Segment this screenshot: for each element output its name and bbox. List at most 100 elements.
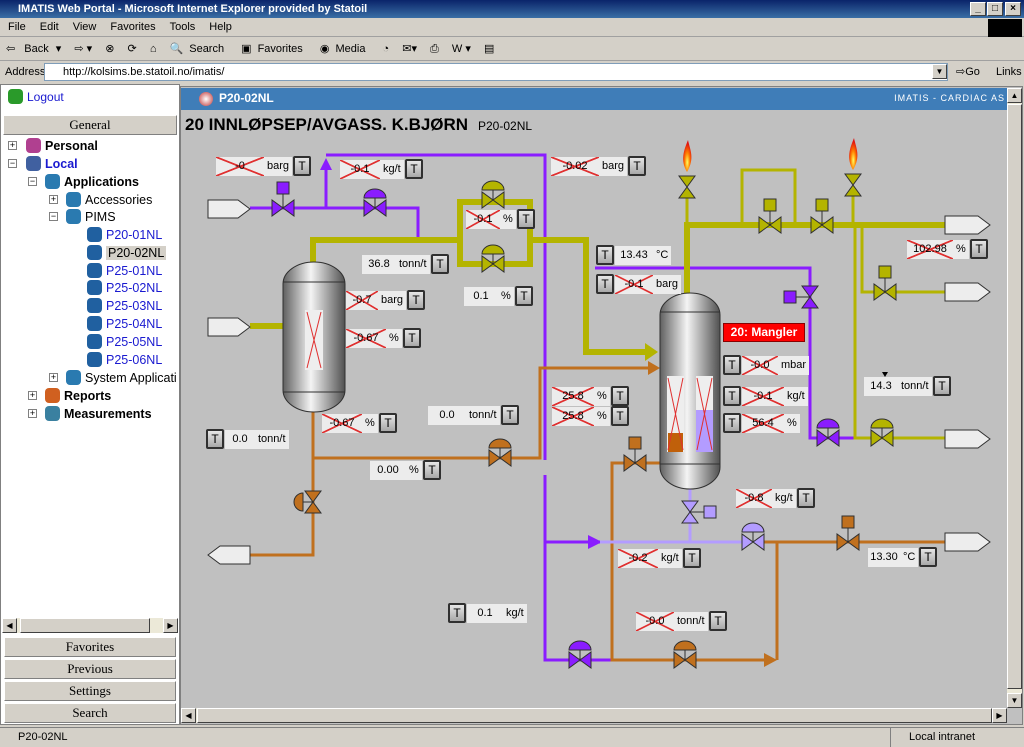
value-text: -0.1 [340,160,380,179]
value-text: -0 [216,157,264,176]
unit-text: % [389,332,399,344]
value-text: -0.0 [742,356,778,375]
unit-text: % [365,417,375,429]
trend-button[interactable]: T [596,245,614,265]
value-text: 13.30 [870,551,898,563]
control-valve[interactable] [673,640,697,669]
unit-text: kg/t [775,492,793,504]
measurement-value: -0.67% [346,329,402,348]
trend-button[interactable]: T [628,156,646,176]
measurement-value: 56.4% [742,414,800,433]
alarm-badge[interactable]: 20: Mangler [723,323,805,342]
unit-text: % [787,417,797,429]
control-valve[interactable] [681,500,717,524]
process-diagram [207,138,991,669]
flare-icon [683,138,858,172]
trend-button[interactable]: T [407,290,425,310]
flow-arrow [320,158,332,170]
trend-button[interactable]: T [596,274,614,294]
unit-text: °C [656,249,669,261]
flow-arrow [588,535,602,549]
trend-button[interactable]: T [379,413,397,433]
trend-button[interactable]: T [723,386,741,406]
control-valve[interactable] [870,418,894,447]
measurement-value: -0.2 kg/t [618,549,682,568]
measurement-value: -0.0 mbar [742,356,810,375]
measurement-value: -0.02 barg [551,157,628,176]
measurement-value: -0.1 kg/t [340,160,404,179]
panel-vscrollbar[interactable]: ▲ ▼ [1007,88,1022,708]
control-valve[interactable] [271,181,295,217]
trend-button[interactable]: T [448,603,466,623]
unit-text: °C [903,551,916,563]
unit-text: tonn/t [258,433,286,445]
value-text: 25.8 [552,407,594,426]
control-valve[interactable] [363,188,387,217]
scroll-thumb[interactable] [197,708,992,723]
control-valve[interactable] [844,173,862,197]
unit-text: kg/t [661,552,679,564]
trend-button[interactable]: T [517,209,535,229]
control-valve[interactable] [816,418,840,447]
trend-button[interactable]: T [501,405,519,425]
control-valve[interactable] [836,515,860,551]
value-text: -0.67 [346,329,386,348]
control-valve[interactable] [783,285,819,309]
scroll-right-arrow[interactable]: ▶ [992,708,1007,723]
control-valve[interactable] [568,640,592,669]
measurement-value: -0.1 barg [615,275,682,294]
trend-button[interactable]: T [611,386,629,406]
trend-button[interactable]: T [683,548,701,568]
trend-button[interactable]: T [431,254,449,274]
value-text: -0.2 [618,549,658,568]
trend-button[interactable]: T [515,286,533,306]
trend-button[interactable]: T [723,355,741,375]
value-text: -0.7 [346,291,378,310]
trend-button[interactable]: T [611,406,629,426]
value-text: 0.0 [232,433,248,445]
control-valve[interactable] [293,490,322,514]
measurement-value: -0.8 kg/t [736,489,796,508]
value-text: 0.0 [439,409,455,421]
trend-button[interactable]: T [405,159,423,179]
status-text: P20-02NL [18,731,68,743]
measurement-value: 13.30 °C [868,548,919,567]
unit-text: barg [381,294,404,306]
trend-button[interactable]: T [423,460,441,480]
unit-text: tonn/t [677,615,705,627]
scroll-up-arrow[interactable]: ▲ [1007,88,1022,103]
zone-label: Local intranet [890,728,975,747]
value-text: 102.98 [907,240,953,259]
measurement-value: 13.43 °C [615,246,672,265]
trend-button[interactable]: T [709,611,727,631]
trend-button[interactable]: T [403,328,421,348]
unit-text: barg [267,160,290,172]
scroll-thumb[interactable] [1007,104,1022,689]
trend-button[interactable]: T [919,547,937,567]
control-valve[interactable] [678,175,696,199]
measurement-value: 25.8% [552,407,610,426]
unit-text: % [597,410,607,422]
panel-hscrollbar[interactable]: ◀ ▶ [181,708,1007,723]
trend-button[interactable]: T [206,429,224,449]
measurement-value: 25.8% [552,387,610,406]
trend-button[interactable]: T [293,156,311,176]
trend-button[interactable]: T [723,413,741,433]
trend-button[interactable]: T [933,376,951,396]
trend-button[interactable]: T [797,488,815,508]
value-text: -0.1 [742,387,784,406]
value-text: -0.67 [322,414,362,433]
unit-text: kg/t [383,163,401,175]
control-valve[interactable] [488,438,512,467]
unit-text: tonn/t [399,258,427,270]
control-valve[interactable] [873,265,897,301]
control-valve[interactable] [623,436,647,472]
scroll-down-arrow[interactable]: ▼ [1007,693,1022,708]
flow-arrow [648,361,660,375]
trend-button[interactable]: T [970,239,988,259]
unit-text: barg [602,160,625,172]
unit-text: kg/t [787,390,805,402]
control-valve[interactable] [481,244,505,273]
control-valve[interactable] [741,522,765,551]
scroll-left-arrow[interactable]: ◀ [181,708,196,723]
